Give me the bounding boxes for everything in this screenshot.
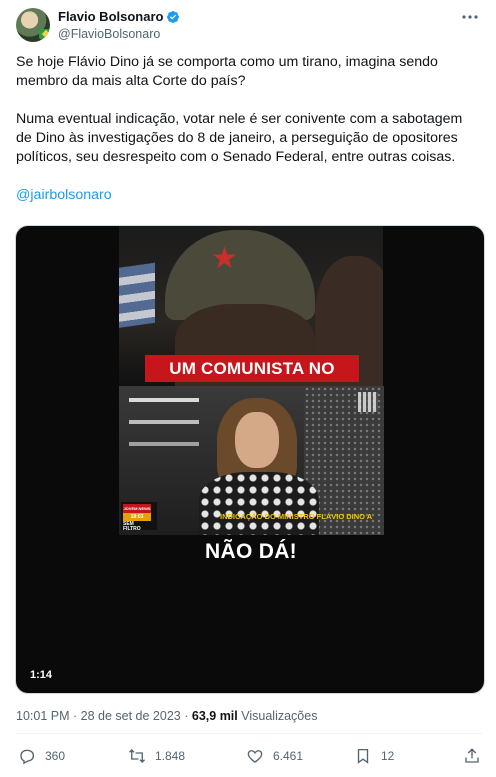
video-caption: NÃO DÁ! [205, 540, 297, 563]
bookmark-count: 12 [381, 749, 395, 763]
tweet-date[interactable]: 28 de set de 2023 [81, 709, 181, 723]
author-handle[interactable]: @FlavioBolsonaro [58, 27, 180, 41]
tweet-text: Se hoje Flávio Dino já se comporta como … [16, 53, 482, 224]
author-names: Flavio Bolsonaro @FlavioBolsonaro [58, 9, 180, 41]
channel-time: 18:03 [123, 513, 151, 521]
author-name[interactable]: Flavio Bolsonaro [58, 9, 163, 24]
divider [16, 733, 482, 734]
reply-icon [20, 749, 35, 765]
retweet-count: 1.848 [155, 749, 186, 763]
action-bar: 360 1.848 6.461 12 [16, 747, 482, 769]
channel-badge: JOVEM NEWS [123, 504, 151, 513]
tweet-paragraph-1: Se hoje Flávio Dino já se comporta como … [16, 54, 438, 89]
video-scene-studio: JOVEM NEWS 18:03 SEM FILTRO INDICAÇÃO DO… [119, 386, 384, 535]
video-player[interactable]: ★ UM COMUNISTA NO STF...? JOVEM NEWS 18:… [15, 225, 485, 694]
like-icon [247, 750, 263, 763]
share-icon [465, 748, 479, 763]
video-duration: 1:14 [30, 669, 53, 681]
retweet-button[interactable]: 1.848 [128, 747, 185, 765]
like-button[interactable]: 6.461 [246, 747, 303, 765]
views-count: 63,9 mil [191, 709, 238, 723]
tweet-header: Flavio Bolsonaro @FlavioBolsonaro [16, 6, 484, 46]
bookmark-icon [357, 748, 369, 764]
reply-count: 360 [45, 749, 66, 763]
tweet-meta: 10:01 PM · 28 de set de 2023 · 63,9 mil … [16, 709, 317, 723]
mention-link[interactable]: @jairbolsonaro [16, 187, 112, 203]
author-name-row: Flavio Bolsonaro [58, 9, 180, 24]
meta-separator: · [73, 709, 78, 723]
video-ticker: INDICAÇÃO DO MINISTRO FLÁVIO DINO A [220, 512, 373, 521]
like-count: 6.461 [273, 749, 304, 763]
meta-separator-2: · [184, 709, 189, 723]
avatar[interactable] [16, 8, 50, 42]
share-button[interactable] [463, 747, 481, 765]
more-icon[interactable] [460, 10, 480, 24]
views-label: Visualizações [241, 709, 318, 723]
verified-badge-icon [167, 10, 180, 23]
retweet-icon [129, 749, 145, 763]
tweet-paragraph-2: Numa eventual indicação, votar nele é se… [16, 111, 463, 165]
channel-logo: SEM FILTRO [123, 521, 141, 532]
qr-code-icon [358, 392, 378, 412]
bookmark-button[interactable]: 12 [354, 747, 394, 765]
red-star-icon: ★ [211, 242, 238, 275]
reply-button[interactable]: 360 [18, 747, 65, 765]
video-banner: UM COMUNISTA NO STF...? [145, 355, 359, 405]
tweet-time[interactable]: 10:01 PM [16, 709, 70, 723]
